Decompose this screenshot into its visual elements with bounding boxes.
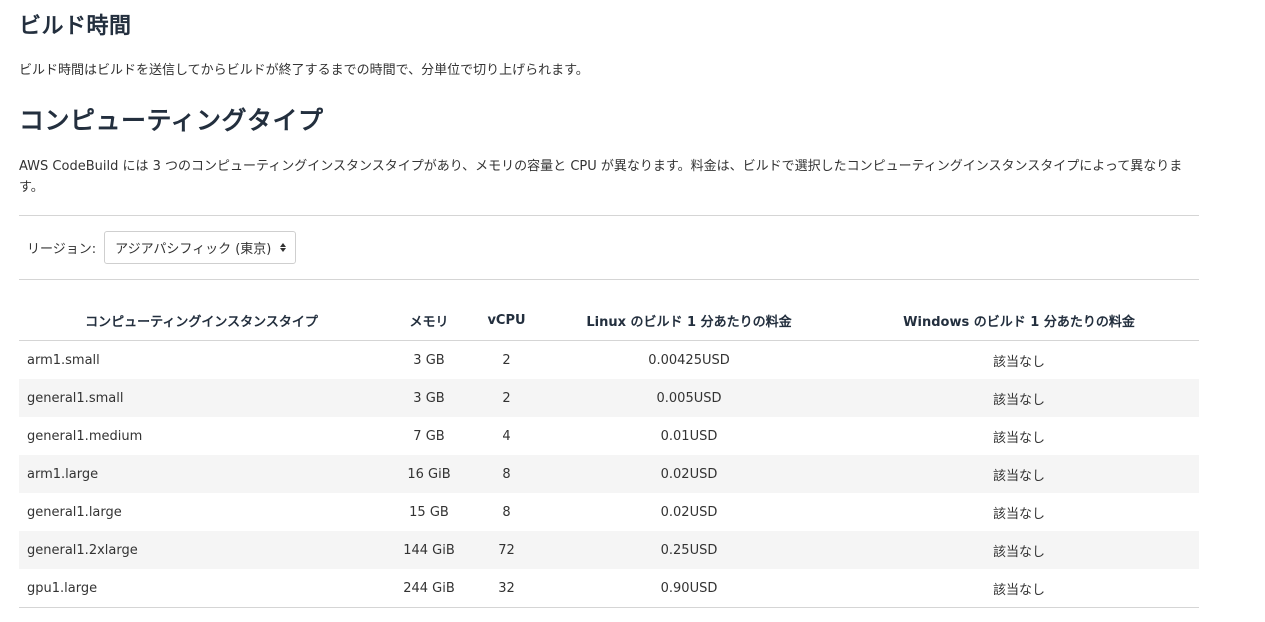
cell-memory: 16 GiB [384,455,474,493]
cell-memory: 7 GB [413,428,445,444]
pricing-table-header-row: コンピューティングインスタンスタイプ メモリ vCPU Linux のビルド 1… [19,300,1199,341]
table-row: general1.medium 7 GB 4 0.01USD 該当なし [19,417,1199,455]
cell-linux-price: 0.01USD [660,428,718,444]
cell-instance-type: arm1.small [27,352,100,368]
cell-linux-price: 0.90USD [539,569,839,608]
build-time-heading: ビルド時間 [19,14,132,39]
table-row: gpu1.large 244 GiB 32 0.90USD 該当なし [19,569,1199,608]
cell-linux-price: 0.25USD [539,531,839,569]
cell-vcpu: 8 [502,504,511,520]
select-updown-arrows-icon [279,243,287,252]
cell-vcpu: 4 [502,428,511,444]
cell-linux-price: 0.00425USD [648,352,730,368]
region-select[interactable]: アジアパシフィック (東京) [104,231,297,264]
cell-windows-price: 該当なし [839,531,1199,569]
cell-instance-type: general1.large [27,504,122,520]
divider-middle [19,279,1199,280]
cell-linux-price: 0.005USD [539,379,839,417]
header-memory: メモリ [384,300,474,341]
cell-vcpu: 32 [474,569,539,608]
header-vcpu: vCPU [474,300,539,341]
region-label: リージョン: [27,242,97,257]
cell-windows-price: 該当なし [839,569,1199,608]
table-row: general1.large 15 GB 8 0.02USD 該当なし [19,493,1199,531]
cell-windows-price: 該当なし [992,354,1045,370]
compute-types-description: AWS CodeBuild には 3 つのコンピューティングインスタンスタイプが… [19,159,1183,195]
header-instance-type: コンピューティングインスタンスタイプ [19,300,384,341]
cell-vcpu: 2 [502,352,511,368]
region-selector-row: リージョン: アジアパシフィック (東京) [27,231,297,264]
divider-top [19,215,1199,216]
cell-memory: 3 GB [384,379,474,417]
cell-linux-price: 0.02USD [660,504,718,520]
cell-windows-price: 該当なし [992,430,1045,446]
region-select-value: アジアパシフィック (東京) [115,242,272,257]
cell-vcpu: 8 [474,455,539,493]
table-row: arm1.small 3 GB 2 0.00425USD 該当なし [19,341,1199,380]
build-time-description: ビルド時間はビルドを送信してからビルドが終了するまでの時間で、分単位で切り上げら… [19,63,589,78]
cell-windows-price: 該当なし [992,506,1045,522]
cell-windows-price: 該当なし [839,379,1199,417]
cell-instance-type: arm1.large [19,455,384,493]
cell-windows-price: 該当なし [839,455,1199,493]
cell-vcpu: 72 [474,531,539,569]
compute-types-heading: コンピューティングタイプ [19,106,324,135]
cell-instance-type: general1.medium [27,428,143,444]
cell-instance-type: general1.2xlarge [19,531,384,569]
cell-memory: 144 GiB [384,531,474,569]
table-row: general1.small 3 GB 2 0.005USD 該当なし [19,379,1199,417]
table-row: arm1.large 16 GiB 8 0.02USD 該当なし [19,455,1199,493]
page: ビルド時間 ビルド時間はビルドを送信してからビルドが終了するまでの時間で、分単位… [0,0,1265,622]
cell-linux-price: 0.02USD [539,455,839,493]
table-row: general1.2xlarge 144 GiB 72 0.25USD 該当なし [19,531,1199,569]
header-linux-price: Linux のビルド 1 分あたりの料金 [539,300,839,341]
cell-instance-type: general1.small [19,379,384,417]
cell-vcpu: 2 [474,379,539,417]
cell-memory: 3 GB [413,352,445,368]
pricing-table: コンピューティングインスタンスタイプ メモリ vCPU Linux のビルド 1… [19,300,1199,608]
cell-memory: 244 GiB [384,569,474,608]
cell-memory: 15 GB [409,504,449,520]
header-windows-price: Windows のビルド 1 分あたりの料金 [839,300,1199,341]
cell-instance-type: gpu1.large [19,569,384,608]
